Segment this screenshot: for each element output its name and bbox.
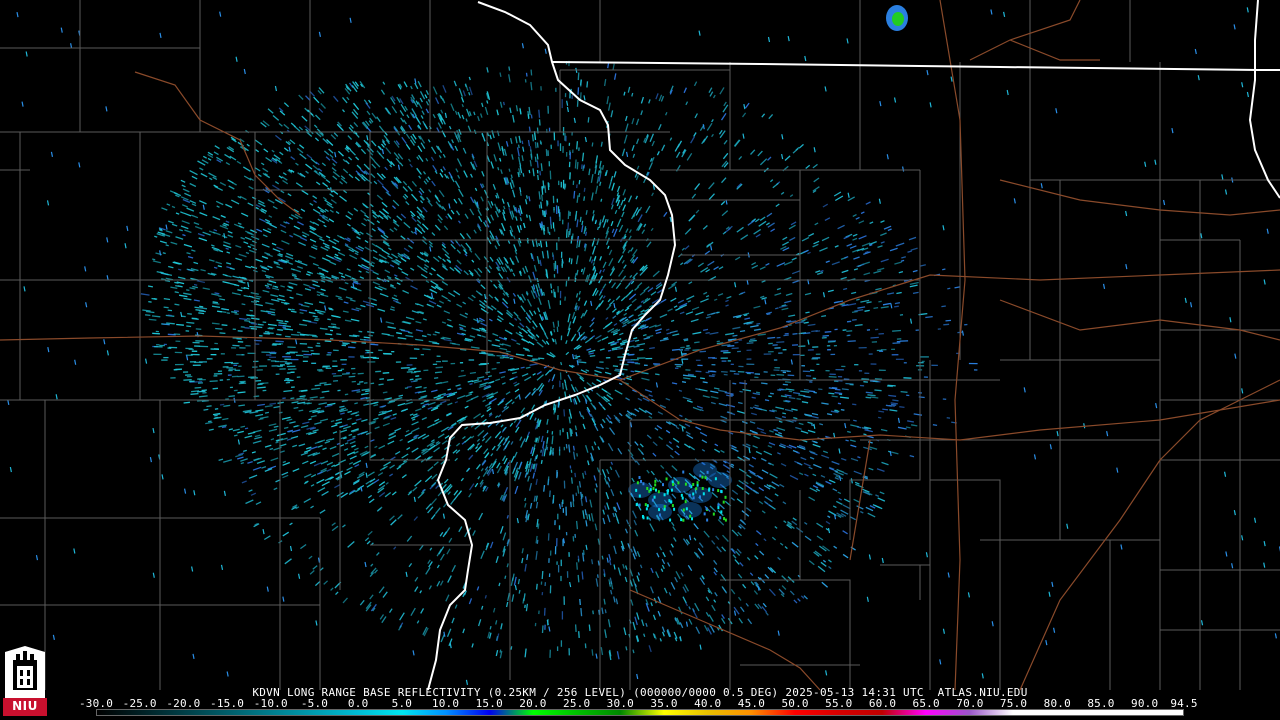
colorbar-tick: 0.0	[347, 697, 369, 710]
colorbar-tick: 20.0	[519, 697, 547, 710]
colorbar-tick: -20.0	[166, 697, 201, 710]
colorbar-tick: 90.0	[1131, 697, 1159, 710]
colorbar-tick: 65.0	[912, 697, 940, 710]
colorbar-tick: 30.0	[606, 697, 634, 710]
colorbar-tick: 15.0	[475, 697, 503, 710]
colorbar-tick: -30.0	[78, 697, 114, 710]
colorbar-tick: 10.0	[431, 697, 460, 710]
colorbar-tick: 40.0	[694, 697, 722, 710]
colorbar-tick: -5.0	[300, 697, 329, 710]
colorbar-tick: -15.0	[210, 697, 245, 710]
colorbar-tick: 50.0	[781, 697, 809, 710]
colorbar-tick: 94.5	[1170, 697, 1198, 710]
radar-map	[0, 0, 1280, 720]
colorbar-tick: 55.0	[825, 697, 853, 710]
colorbar-tick: -25.0	[122, 697, 157, 710]
colorbar-tick: 35.0	[650, 697, 678, 710]
colorbar-tick: 75.0	[999, 697, 1028, 710]
colorbar-tick: 60.0	[868, 697, 897, 710]
colorbar-tick: 25.0	[562, 697, 591, 710]
colorbar-tick: 5.0	[391, 697, 413, 710]
colorbar-tick: 85.0	[1087, 697, 1115, 710]
reflectivity-colorbar	[96, 709, 1184, 716]
colorbar-tick: 45.0	[737, 697, 766, 710]
colorbar-tick: 70.0	[956, 697, 984, 710]
colorbar-tick: -10.0	[253, 697, 288, 710]
niu-logo-text: NIU	[12, 699, 38, 713]
colorbar-tick: 80.0	[1043, 697, 1071, 710]
